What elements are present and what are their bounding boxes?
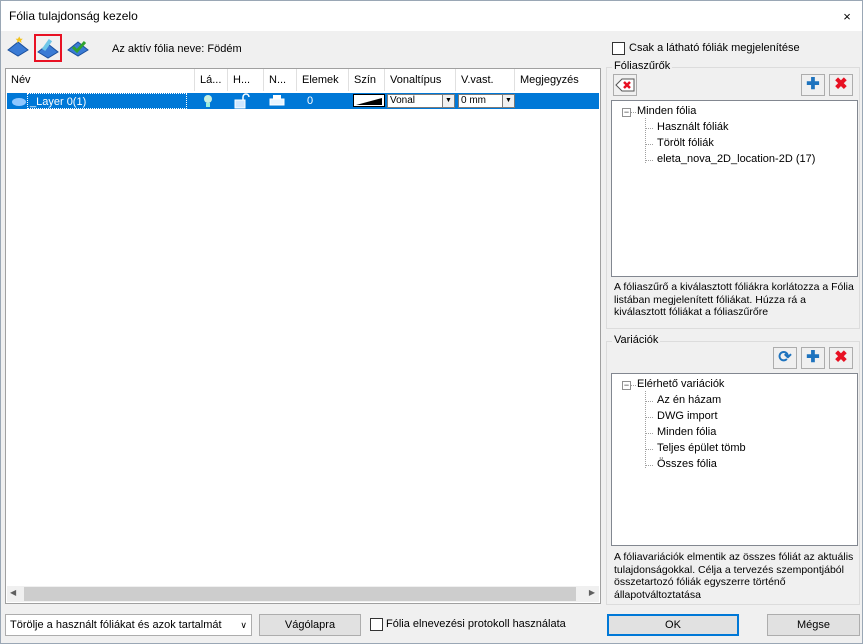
col-header-print[interactable]: N... bbox=[264, 69, 297, 91]
tree-item-all-layers-variation[interactable]: Minden fólia bbox=[657, 426, 716, 438]
new-layer-button[interactable] bbox=[5, 35, 31, 59]
collapse-icon[interactable]: − bbox=[622, 108, 631, 117]
edit-layer-icon bbox=[37, 38, 59, 59]
tree-item-dwg-import[interactable]: DWG import bbox=[657, 410, 718, 422]
title-bar: Fólia tulajdonság kezelo × bbox=[1, 1, 862, 31]
add-filter-button[interactable]: ✚ bbox=[801, 74, 825, 96]
only-visible-label: Csak a látható fóliák megjelenítése bbox=[629, 42, 800, 54]
variations-description: A fóliavariációk elmentik az összes fóli… bbox=[614, 551, 854, 601]
clipboard-button[interactable]: Vágólapra bbox=[259, 614, 361, 636]
check-layer-icon bbox=[67, 41, 89, 57]
linewidth-value: 0 mm bbox=[461, 95, 486, 106]
scroll-right-icon[interactable]: ▶ bbox=[589, 588, 595, 597]
table-row[interactable]: _Layer 0(1) 0 Vonal ▼ 0 mm ▼ bbox=[7, 93, 599, 109]
active-layer-label: Az aktív fólia neve: Födém bbox=[112, 43, 242, 55]
layer-manager-window: Fólia tulajdonság kezelo × Az aktív fóli… bbox=[0, 0, 863, 644]
layer-icon bbox=[11, 93, 27, 109]
lightbulb-icon[interactable] bbox=[202, 93, 214, 109]
linetype-select[interactable]: Vonal ▼ bbox=[387, 94, 455, 108]
cancel-button[interactable]: Mégse bbox=[767, 614, 860, 636]
printer-icon[interactable] bbox=[269, 93, 285, 109]
col-header-elements[interactable]: Elemek bbox=[297, 69, 349, 91]
tree-item-available-variations[interactable]: Elérhető variációk bbox=[637, 378, 724, 390]
plus-icon: ✚ bbox=[806, 349, 820, 366]
collapse-icon[interactable]: − bbox=[622, 381, 631, 390]
new-layer-icon bbox=[7, 36, 29, 57]
variations-title: Variációk bbox=[612, 334, 661, 346]
note-cell[interactable] bbox=[519, 93, 599, 109]
close-button[interactable]: × bbox=[840, 10, 854, 24]
edit-layer-button[interactable] bbox=[34, 34, 62, 62]
tree-item-every-layer[interactable]: Összes fólia bbox=[657, 458, 717, 470]
window-title: Fólia tulajdonság kezelo bbox=[9, 9, 138, 23]
elements-count: 0 bbox=[307, 95, 314, 107]
linewidth-select[interactable]: 0 mm ▼ bbox=[458, 94, 515, 108]
layer-name-cell[interactable]: _Layer 0(1) bbox=[27, 93, 187, 109]
delete-mode-select[interactable]: Törölje a használt fóliákat és azok tart… bbox=[5, 614, 252, 636]
scrollbar-thumb[interactable] bbox=[24, 587, 576, 601]
variations-tree: − Elérhető variációk Az én házam DWG imp… bbox=[611, 373, 858, 546]
tree-item-all-layers[interactable]: Minden fólia bbox=[637, 105, 696, 117]
filters-title: Fóliaszűrők bbox=[612, 60, 673, 72]
tree-item-my-house[interactable]: Az én házam bbox=[657, 394, 721, 406]
col-header-note[interactable]: Megjegyzés bbox=[515, 69, 600, 91]
protocol-label: Fólia elnevezési protokoll használata bbox=[386, 618, 566, 630]
filters-description: A fóliaszűrő a kiválasztott fóliákra kor… bbox=[614, 281, 854, 318]
col-header-color[interactable]: Szín bbox=[349, 69, 385, 91]
activate-layer-button[interactable] bbox=[65, 35, 91, 59]
col-header-lock[interactable]: H... bbox=[228, 69, 264, 91]
add-variation-button[interactable]: ✚ bbox=[801, 347, 825, 369]
tree-item-location-filter[interactable]: eleta_nova_2D_location-2D (17) bbox=[657, 153, 815, 165]
refresh-icon: ⟳ bbox=[778, 349, 792, 366]
tree-item-deleted-layers[interactable]: Törölt fóliák bbox=[657, 137, 714, 149]
plus-icon: ✚ bbox=[806, 76, 820, 93]
linetype-value: Vonal bbox=[390, 95, 416, 106]
delete-icon: ✖ bbox=[834, 76, 848, 93]
ok-button[interactable]: OK bbox=[607, 614, 739, 636]
delete-mode-value: Törölje a használt fóliákat és azok tart… bbox=[10, 619, 222, 631]
protocol-checkbox[interactable] bbox=[370, 618, 383, 631]
tree-item-used-layers[interactable]: Használt fóliák bbox=[657, 121, 729, 133]
horizontal-scrollbar[interactable]: ◀ ▶ bbox=[7, 586, 599, 602]
chevron-down-icon: ∨ bbox=[240, 620, 247, 630]
col-header-width[interactable]: V.vast. bbox=[456, 69, 515, 91]
col-header-linetype[interactable]: Vonaltípus bbox=[385, 69, 456, 91]
col-header-visible[interactable]: Lá... bbox=[195, 69, 228, 91]
only-visible-checkbox[interactable] bbox=[612, 42, 625, 55]
unlock-icon[interactable] bbox=[232, 93, 252, 109]
refresh-variation-button[interactable]: ⟳ bbox=[773, 347, 797, 369]
clear-filter-icon bbox=[615, 78, 635, 92]
filters-tree: − Minden fólia Használt fóliák Törölt fó… bbox=[611, 100, 858, 277]
tree-item-whole-building[interactable]: Teljes épület tömb bbox=[657, 442, 746, 454]
color-swatch[interactable] bbox=[353, 94, 385, 107]
col-header-name[interactable]: Név bbox=[6, 69, 195, 91]
chevron-down-icon: ▼ bbox=[502, 95, 514, 107]
delete-filter-button[interactable]: ✖ bbox=[829, 74, 853, 96]
clear-filter-button[interactable] bbox=[613, 74, 637, 96]
delete-icon: ✖ bbox=[834, 349, 848, 366]
delete-variation-button[interactable]: ✖ bbox=[829, 347, 853, 369]
scroll-left-icon[interactable]: ◀ bbox=[10, 588, 16, 597]
layer-grid: Név Lá... H... N... Elemek Szín Vonaltíp… bbox=[5, 68, 601, 604]
chevron-down-icon: ▼ bbox=[442, 95, 454, 107]
